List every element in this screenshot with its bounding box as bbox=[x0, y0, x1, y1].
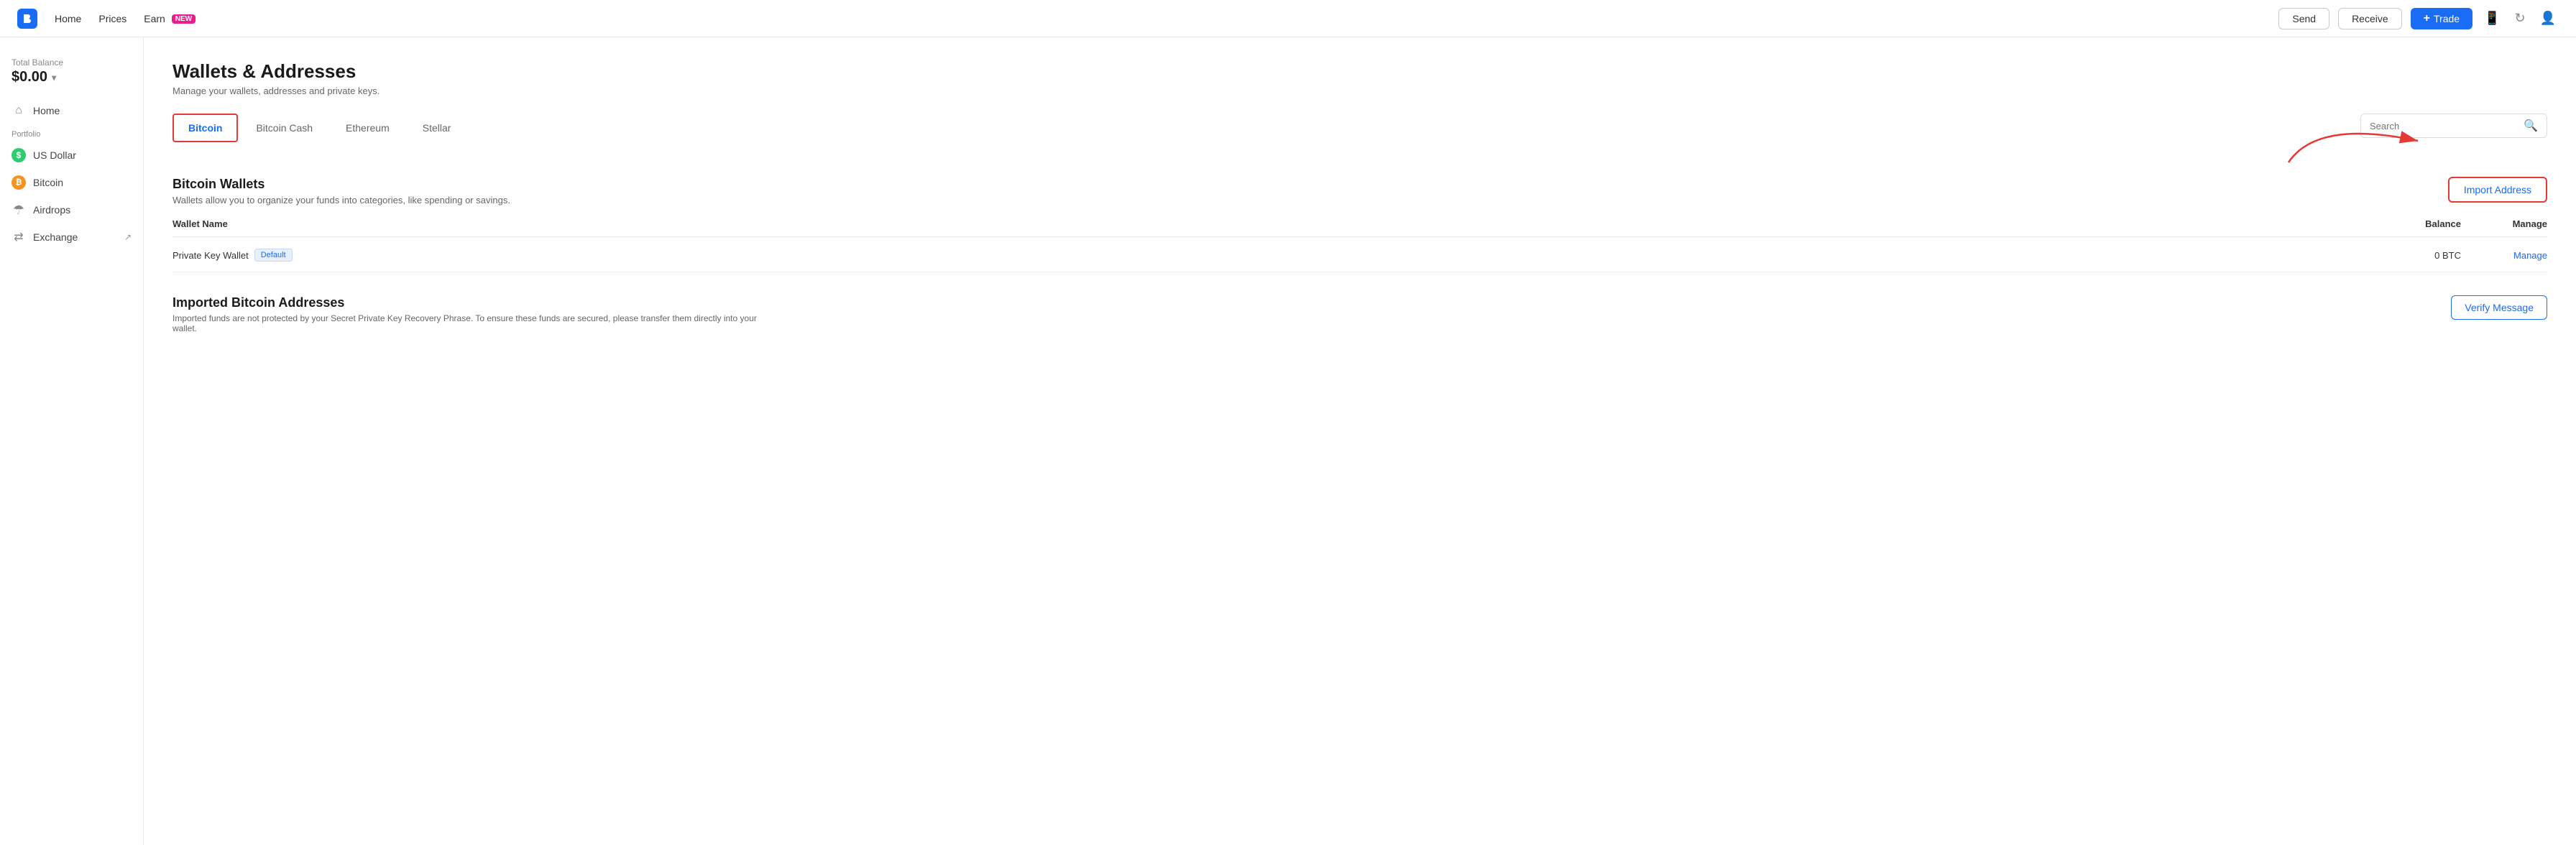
col-header-balance: Balance bbox=[1317, 218, 2490, 229]
tab-bitcoin-cash[interactable]: Bitcoin Cash bbox=[241, 114, 328, 142]
tabs-bar: Bitcoin Bitcoin Cash Ethereum Stellar bbox=[172, 114, 469, 142]
tab-bitcoin[interactable]: Bitcoin bbox=[172, 114, 238, 142]
import-area: Import Address bbox=[2448, 177, 2547, 203]
import-address-button[interactable]: Import Address bbox=[2448, 177, 2547, 203]
exchange-icon: ⇄ bbox=[12, 230, 26, 244]
wallets-section-info: Bitcoin Wallets Wallets allow you to org… bbox=[172, 177, 510, 206]
external-link-icon: ↗ bbox=[124, 232, 132, 242]
home-icon: ⌂ bbox=[12, 103, 26, 118]
sidebar-item-airdrops[interactable]: ☂ Airdrops bbox=[0, 196, 143, 223]
sidebar-item-bitcoin[interactable]: ₿ Bitcoin bbox=[0, 169, 143, 196]
topnav-right: Send Receive + Trade 📱 ↻ 👤 bbox=[2278, 8, 2559, 29]
total-balance-area: Total Balance $0.00 ▾ bbox=[0, 49, 143, 97]
table-header: Wallet Name Balance Manage bbox=[172, 211, 2547, 237]
wallet-name-text: Private Key Wallet bbox=[172, 250, 249, 261]
receive-button[interactable]: Receive bbox=[2338, 8, 2402, 29]
btc-icon: ₿ bbox=[12, 175, 26, 190]
col-header-name: Wallet Name bbox=[172, 218, 1317, 229]
tab-ethereum[interactable]: Ethereum bbox=[331, 114, 405, 142]
topnav: Home Prices Earn NEW Send Receive + Trad… bbox=[0, 0, 2576, 37]
imported-section: Imported Bitcoin Addresses Imported fund… bbox=[172, 295, 2547, 333]
airdrop-icon: ☂ bbox=[12, 203, 26, 217]
imported-info: Imported Bitcoin Addresses Imported fund… bbox=[172, 295, 762, 333]
table-row: Private Key Wallet Default 0 BTC Manage bbox=[172, 239, 2547, 272]
main-content: Wallets & Addresses Manage your wallets,… bbox=[144, 37, 2576, 845]
balance-label: Total Balance bbox=[12, 57, 132, 68]
usd-icon: $ bbox=[12, 148, 26, 162]
tabs-and-search-row: Bitcoin Bitcoin Cash Ethereum Stellar 🔍 bbox=[172, 114, 2547, 162]
sidebar-home-label: Home bbox=[33, 105, 132, 116]
earn-new-badge: NEW bbox=[172, 14, 196, 24]
col-header-manage: Manage bbox=[2490, 218, 2547, 229]
nav-prices[interactable]: Prices bbox=[98, 13, 126, 24]
sidebar-bitcoin-label: Bitcoin bbox=[33, 177, 132, 188]
sidebar-usdollar-label: US Dollar bbox=[33, 149, 132, 161]
layout: Total Balance $0.00 ▾ ⌂ Home Portfolio $… bbox=[0, 37, 2576, 845]
sidebar: Total Balance $0.00 ▾ ⌂ Home Portfolio $… bbox=[0, 37, 144, 845]
user-icon[interactable]: 👤 bbox=[2537, 8, 2559, 29]
wallet-balance-cell: 0 BTC bbox=[1317, 250, 2490, 261]
page-title: Wallets & Addresses bbox=[172, 60, 2547, 83]
trade-label: Trade bbox=[2434, 13, 2460, 24]
send-button[interactable]: Send bbox=[2278, 8, 2329, 29]
imported-header-row: Imported Bitcoin Addresses Imported fund… bbox=[172, 295, 2547, 333]
tab-stellar[interactable]: Stellar bbox=[408, 114, 466, 142]
page-header: Wallets & Addresses Manage your wallets,… bbox=[172, 60, 2547, 96]
sidebar-item-home[interactable]: ⌂ Home bbox=[0, 97, 143, 124]
wallets-section-title: Bitcoin Wallets bbox=[172, 177, 510, 192]
wallets-section-header: Bitcoin Wallets Wallets allow you to org… bbox=[172, 177, 2547, 206]
verify-message-button[interactable]: Verify Message bbox=[2451, 295, 2547, 320]
page-subtitle: Manage your wallets, addresses and priva… bbox=[172, 86, 2547, 96]
sidebar-airdrops-label: Airdrops bbox=[33, 204, 132, 216]
logo[interactable] bbox=[17, 9, 37, 29]
mobile-icon[interactable]: 📱 bbox=[2481, 8, 2503, 29]
wallet-name-cell: Private Key Wallet Default bbox=[172, 249, 1317, 262]
refresh-icon[interactable]: ↻ bbox=[2511, 8, 2528, 29]
nav-earn[interactable]: Earn NEW bbox=[144, 13, 196, 24]
wallets-section-desc: Wallets allow you to organize your funds… bbox=[172, 195, 510, 206]
balance-value: $0.00 ▾ bbox=[12, 69, 132, 86]
portfolio-label: Portfolio bbox=[0, 124, 143, 142]
default-badge: Default bbox=[254, 249, 293, 262]
search-box: 🔍 bbox=[2360, 114, 2547, 138]
manage-link[interactable]: Manage bbox=[2513, 250, 2547, 261]
topnav-links: Home Prices Earn NEW bbox=[55, 13, 196, 24]
sidebar-item-exchange[interactable]: ⇄ Exchange ↗ bbox=[0, 223, 143, 251]
nav-home[interactable]: Home bbox=[55, 13, 81, 24]
sidebar-item-usdollar[interactable]: $ US Dollar bbox=[0, 142, 143, 169]
wallet-manage-cell: Manage bbox=[2490, 249, 2547, 261]
trade-plus-icon: + bbox=[2424, 12, 2430, 25]
search-icon[interactable]: 🔍 bbox=[2524, 119, 2538, 133]
imported-desc: Imported funds are not protected by your… bbox=[172, 313, 762, 333]
trade-button[interactable]: + Trade bbox=[2411, 8, 2472, 29]
balance-chevron-icon[interactable]: ▾ bbox=[52, 73, 56, 83]
sidebar-exchange-label: Exchange bbox=[33, 231, 117, 243]
search-input[interactable] bbox=[2370, 121, 2518, 131]
imported-title: Imported Bitcoin Addresses bbox=[172, 295, 762, 310]
